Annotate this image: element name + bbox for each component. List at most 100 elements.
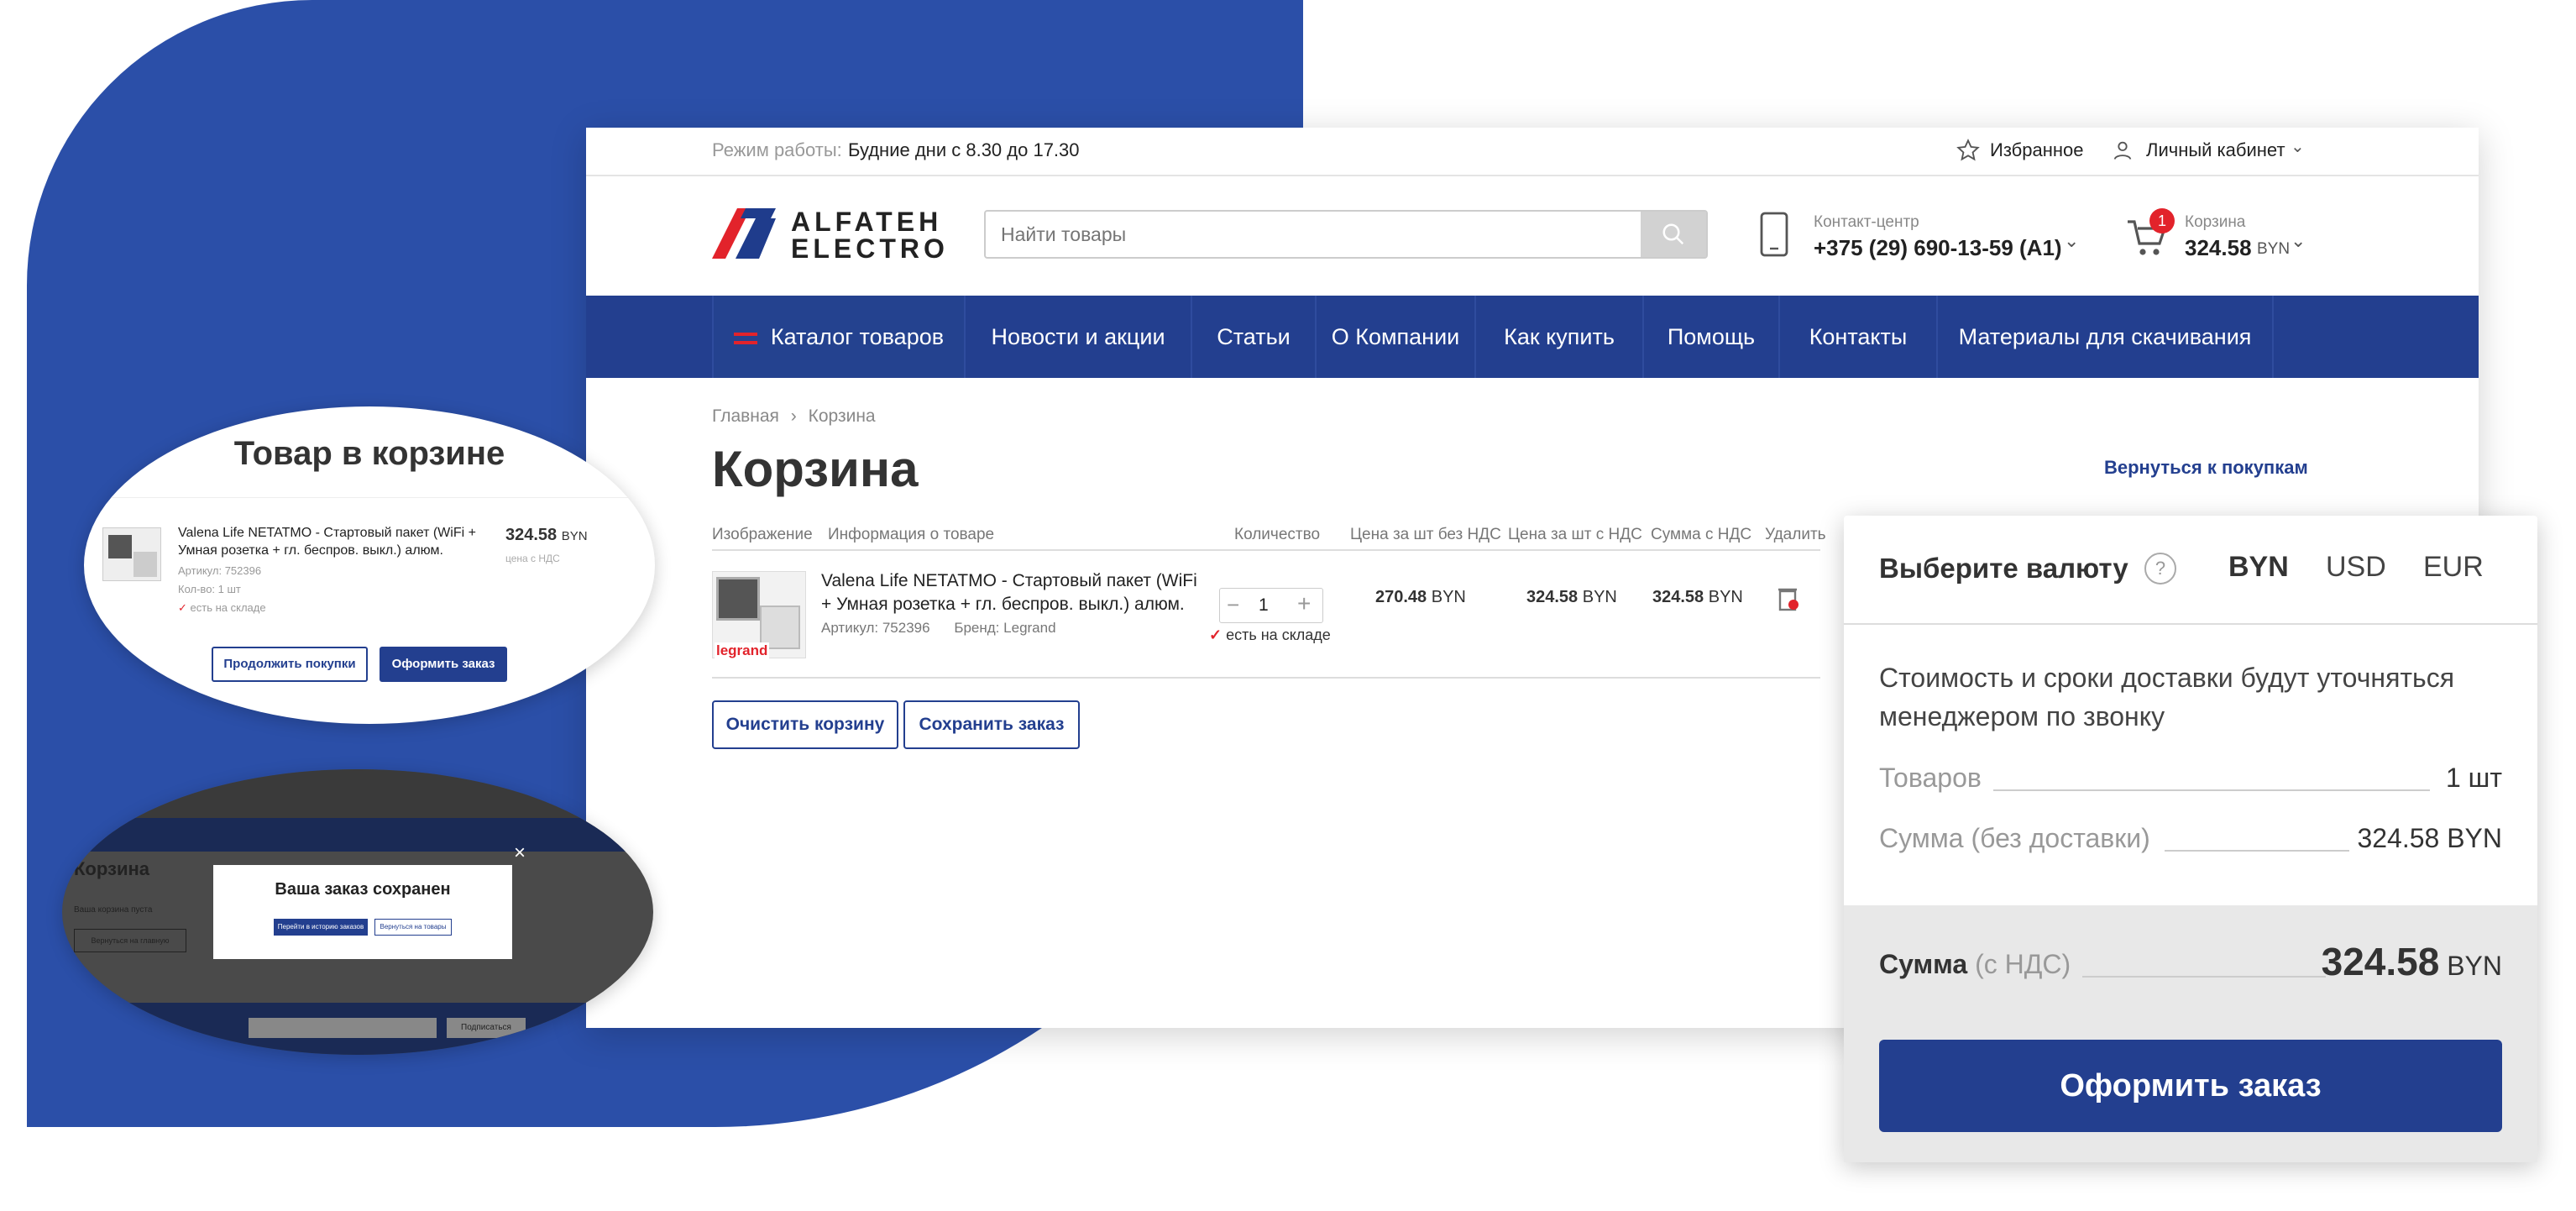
continue-shopping-button[interactable]: Продолжить покупки [212,647,368,682]
minus-icon[interactable]: − [1227,592,1239,618]
price-no-vat: 270.48 BYN [1375,588,1466,607]
dots-leader [2165,850,2349,852]
stock-text: есть на складе [1226,626,1331,643]
logo-line-2: ELECTRO [791,233,949,264]
page-title: Корзина [712,441,919,497]
star-icon[interactable] [1956,139,1980,162]
currency-eur[interactable]: EUR [2423,551,2484,584]
cart-label: Корзина [2185,213,2246,231]
article-label: Артикул: [821,620,879,636]
nav-articles[interactable]: Статьи [1192,296,1317,378]
nav-how-to-buy[interactable]: Как купить [1476,296,1644,378]
goods-label: Товаров [1879,763,1982,793]
hours-value: Будние дни с 8.30 до 17.30 [848,139,1080,160]
favorites-link[interactable]: Избранное [1990,139,2084,161]
currency-title: Выберите валюту [1879,553,2128,584]
close-icon[interactable]: × [514,841,526,865]
chevron-down-icon[interactable]: ⌄ [2064,230,2079,252]
popup-qty: Кол-во: 1 шт [178,583,241,595]
brand-value: Legrand [1003,620,1056,636]
product-meta: Артикул: 752396 Бренд: Legrand [821,620,1056,637]
nav-about[interactable]: О Компании [1317,296,1476,378]
breadcrumb-home[interactable]: Главная [712,406,779,426]
search-input[interactable] [986,212,1641,257]
stock-status: ✓ есть на складе [1209,626,1331,644]
currency-usd[interactable]: USD [2326,551,2386,584]
product-name[interactable]: Valena Life NETATMO - Стартовый пакет (W… [821,569,1207,616]
save-order-button[interactable]: Сохранить заказ [903,700,1080,749]
sum-no-delivery-value: 324.58 BYN [2357,823,2502,853]
clear-cart-button[interactable]: Очистить корзину [712,700,898,749]
help-icon[interactable]: ? [2144,553,2176,585]
col-price-vat: Цена за шт с НДС [1508,526,1642,543]
price-no-vat-value: 270.48 [1375,588,1427,606]
quantity-stepper: − 1 + [1219,588,1323,623]
dimmed-title: Корзина [74,858,149,879]
quantity-value[interactable]: 1 [1259,595,1269,616]
search-box [984,210,1708,259]
goods-value: 1 шт [2445,763,2502,793]
menu-icon [733,332,757,344]
checkout-button[interactable]: Оформить заказ [1879,1040,2502,1132]
user-icon[interactable] [2111,139,2134,162]
sum-vat-value: 324.58 [1652,588,1704,606]
col-image: Изображение [712,526,813,543]
order-saved-modal: Ваша заказ сохранен Перейти в историю за… [213,865,512,959]
popup-stock: ✓ есть на складе [178,601,266,615]
total-value: 324.58 [2321,940,2440,983]
price-vat: 324.58 BYN [1526,588,1617,607]
go-to-history-button[interactable]: Перейти в историю заказов [274,919,368,936]
contact-phone[interactable]: +375 (29) 690-13-59 (A1) [1814,235,2062,261]
popup-checkout-button[interactable]: Оформить заказ [380,647,507,682]
top-bar: Режим работы: Будние дни с 8.30 до 17.30… [586,128,2479,176]
cart-count-badge: 1 [2149,208,2175,233]
currency: BYN [1582,588,1617,606]
popup-product-name: Valena Life NETATMO - Стартовый пакет (W… [178,526,476,558]
chevron-down-icon[interactable]: ⌄ [2291,230,2306,252]
plus-icon[interactable]: + [1297,590,1311,617]
total-currency: BYN [2447,951,2502,981]
nav-news[interactable]: Новости и акции [966,296,1192,378]
total-label: Сумма [1879,949,1968,979]
product-image[interactable]: legrand [712,571,806,659]
currency: BYN [1431,588,1466,606]
col-info: Информация о товаре [828,526,995,543]
dimmed-subscribe-button: Подписаться [447,1018,526,1038]
order-saved-title: Ваша заказ сохранен [275,880,451,899]
back-to-goods-button[interactable]: Вернуться на товары [374,919,452,936]
currency-byn[interactable]: BYN [2228,551,2289,584]
table-header-divider [712,549,1820,551]
contact-label: Контакт-центр [1814,213,1919,231]
order-summary-panel: Выберите валюту ? BYN USD EUR Стоимость … [1844,516,2537,1162]
product-device-icon [716,577,760,621]
breadcrumb-separator: › [790,406,797,426]
dots-leader [2082,976,2326,978]
trash-icon[interactable] [1777,585,1798,611]
total-label-group: Сумма (с НДС) [1879,949,2071,980]
hours-label: Режим работы: [712,139,842,160]
account-link[interactable]: Личный кабинет [2146,139,2285,161]
search-button[interactable] [1641,212,1706,257]
nav-catalog[interactable]: Каталог товаров [712,296,966,378]
currency: BYN [1708,588,1743,606]
dots-leader [1993,789,2430,791]
popup-stock-text: есть на складе [190,601,266,614]
popup-price: 324.58 BYN [505,526,588,545]
total-vat-label: (с НДС) [1975,949,2071,979]
delivery-note: Стоимость и сроки доставки будут уточнят… [1879,663,2455,731]
back-to-shopping-link[interactable]: Вернуться к покупкам [2104,457,2308,479]
popup-vat-note: цена с НДС [505,553,560,564]
cart-total[interactable]: 324.58 [2185,235,2252,261]
logo-text[interactable]: ALFATEH ELECTRO [791,208,949,262]
dimmed-back-button: Вернуться на главную [74,929,186,952]
main-nav: Каталог товаров Новости и акции Статьи О… [586,296,2479,378]
price-vat-value: 324.58 [1526,588,1579,606]
brand-label: Бренд: [954,620,1000,636]
nav-contacts[interactable]: Контакты [1780,296,1938,378]
nav-help[interactable]: Помощь [1644,296,1780,378]
nav-downloads[interactable]: Материалы для скачивания [1938,296,2274,378]
chevron-down-icon[interactable]: ⌄ [2291,136,2305,157]
logo-mark-icon[interactable] [712,208,776,259]
col-sum-vat: Сумма с НДС [1651,526,1752,543]
popup-socket-icon [134,552,157,577]
